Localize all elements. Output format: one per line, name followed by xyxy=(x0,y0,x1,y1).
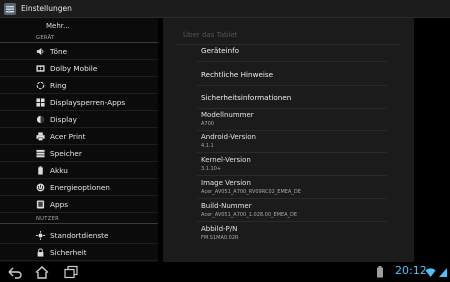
about-tablet-pane: Über das Tablet Geräteinfo Rechtliche Hi… xyxy=(163,18,414,262)
build-number-title: Build-Nummer xyxy=(201,202,252,210)
sidebar-item-displaysperren-apps[interactable]: Displaysperren-Apps xyxy=(0,95,158,111)
image-version-title: Image Version xyxy=(201,179,251,187)
android-version-title: Android-Version xyxy=(201,133,256,141)
power-icon xyxy=(36,183,45,192)
back-icon[interactable] xyxy=(6,265,24,279)
android-version-value: 4.1.1 xyxy=(201,143,214,149)
sidebar-item-energieoptionen[interactable]: Energieoptionen xyxy=(0,180,158,196)
section-header-device: GERÄT xyxy=(0,33,158,43)
more-item[interactable]: Mehr... xyxy=(0,18,158,33)
divider xyxy=(197,152,387,153)
apps-icon xyxy=(36,200,45,209)
recent-apps-icon[interactable] xyxy=(62,265,80,279)
battery-status-icon xyxy=(377,266,383,278)
sidebar-item-label: Display xyxy=(50,115,77,124)
divider xyxy=(197,175,387,176)
sidebar-item-apps[interactable]: Apps xyxy=(0,197,158,213)
app-title: Einstellungen xyxy=(21,4,72,13)
lock-icon xyxy=(37,248,44,257)
sidebar-item-label: Sicherheit xyxy=(50,248,87,257)
display-icon xyxy=(36,115,45,124)
sidebar-item-speicher[interactable]: Speicher xyxy=(0,146,158,162)
dolby-icon xyxy=(36,65,45,72)
kernel-version-title: Kernel-Version xyxy=(201,156,251,164)
lockscreen-apps-icon xyxy=(36,98,45,107)
sidebar-item-label: Acer Print xyxy=(50,132,86,141)
pane-title-divider xyxy=(177,44,400,45)
action-bar: Einstellungen xyxy=(0,0,450,18)
divider xyxy=(197,108,387,109)
sidebar-item-akku[interactable]: Akku xyxy=(0,163,158,179)
ring-icon xyxy=(36,81,45,90)
image-version-value: Acer_AV051_A700_RV09RC02_EMEA_DE xyxy=(201,189,301,195)
sidebar-item-standortdienste[interactable]: Standortdienste xyxy=(0,228,158,244)
sidebar-item-dolby-mobile[interactable]: Dolby Mobile xyxy=(0,61,158,77)
volume-icon xyxy=(36,47,44,56)
system-navigation-bar xyxy=(0,262,450,282)
sidebar-item-label: Speicher xyxy=(50,149,82,158)
section-header-device-label: GERÄT xyxy=(36,35,55,41)
model-number-value: A700 xyxy=(201,121,214,127)
printer-icon xyxy=(36,132,45,141)
geraeteinfo-item[interactable]: Geräteinfo xyxy=(201,46,239,55)
sidebar-item-sicherheit[interactable]: Sicherheit xyxy=(0,245,158,261)
sidebar-item-acer-print[interactable]: Acer Print xyxy=(0,129,158,145)
kernel-version-value: 3.1.10+ xyxy=(201,166,222,172)
divider xyxy=(197,130,387,131)
sidebar-item-label: Standortdienste xyxy=(50,231,109,240)
section-header-user-label: NUTZER xyxy=(36,216,60,222)
settings-category-list: Mehr... GERÄT Töne Dolby Mobile Ring Dis… xyxy=(0,18,158,262)
battery-icon xyxy=(38,166,43,175)
home-icon[interactable] xyxy=(33,265,51,279)
more-label: Mehr... xyxy=(46,21,70,30)
sidebar-item-label: Töne xyxy=(50,47,68,56)
sidebar-item-ring[interactable]: Ring xyxy=(0,78,158,94)
sidebar-item-label: Akku xyxy=(50,166,68,175)
settings-app-icon[interactable] xyxy=(3,2,17,16)
location-icon xyxy=(36,231,45,240)
divider xyxy=(197,198,387,199)
rechtliche-hinweise-item[interactable]: Rechtliche Hinweise xyxy=(201,70,273,79)
sidebar-item-label: Apps xyxy=(50,200,69,209)
storage-icon xyxy=(36,149,45,158)
pane-title: Über das Tablet xyxy=(183,31,238,39)
sidebar-item-toene[interactable]: Töne xyxy=(0,44,158,60)
divider xyxy=(197,85,387,86)
build-number-value: Acer_AV051_A700_1.028.00_EMEA_DE xyxy=(201,212,298,218)
sidebar-item-display[interactable]: Display xyxy=(0,112,158,128)
sidebar-item-label: Dolby Mobile xyxy=(50,64,98,73)
divider xyxy=(197,221,387,222)
sidebar-item-label: Displaysperren-Apps xyxy=(50,98,126,107)
image-pn-value: FM.S1MA0.02R xyxy=(201,235,239,241)
sidebar-item-label: Energieoptionen xyxy=(50,183,110,192)
divider xyxy=(197,61,387,62)
section-header-user: NUTZER xyxy=(0,214,158,224)
image-pn-title: Abbild-P/N xyxy=(201,225,238,233)
sidebar-item-label: Ring xyxy=(50,81,67,90)
sicherheitsinformationen-item[interactable]: Sicherheitsinformationen xyxy=(201,93,291,102)
signal-icon xyxy=(439,268,447,277)
model-number-title: Modellnummer xyxy=(201,111,254,119)
status-clock[interactable]: 20:12 xyxy=(395,264,427,277)
